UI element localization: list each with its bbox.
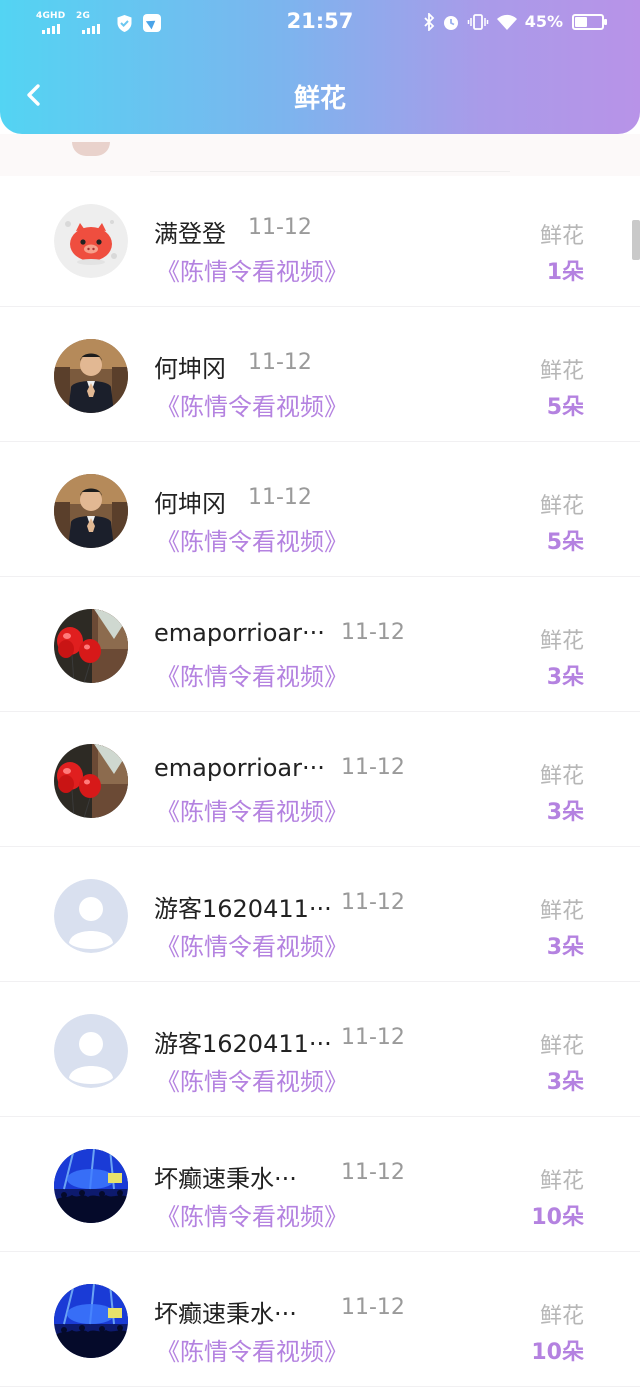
user-name: emaporrioar··· [154, 619, 325, 647]
avatar[interactable] [54, 744, 128, 818]
list-item[interactable]: 游客1620411··· 11-12 《陈情令看视频》 鲜花 3朵 [0, 847, 640, 982]
list-item[interactable]: 何坤冈 11-12 《陈情令看视频》 鲜花 5朵 [0, 307, 640, 442]
video-title[interactable]: 《陈情令看视频》 [156, 522, 348, 557]
video-title[interactable]: 《陈情令看视频》 [156, 792, 348, 827]
gift-count: 10朵 [531, 1205, 584, 1230]
gift-count: 10朵 [531, 1340, 584, 1365]
list-item[interactable]: emaporrioar··· 11-12 《陈情令看视频》 鲜花 3朵 [0, 577, 640, 712]
list-item[interactable]: 何坤冈 11-12 《陈情令看视频》 鲜花 5朵 [0, 442, 640, 577]
video-title[interactable]: 《陈情令看视频》 [156, 387, 348, 422]
status-bar: 4GHD 2G 21:57 45% [0, 0, 640, 48]
scrollbar-thumb[interactable] [632, 220, 640, 260]
avatar[interactable] [54, 1284, 128, 1358]
user-name: 游客1620411··· [154, 895, 332, 923]
page-title: 鲜花 [293, 84, 346, 114]
avatar[interactable] [54, 879, 128, 953]
gift-count: 1朵 [546, 260, 584, 285]
gift-type: 鲜花 [539, 224, 584, 249]
list-item[interactable]: 游客1620411··· 11-12 《陈情令看视频》 鲜花 3朵 [0, 982, 640, 1117]
gift-type: 鲜花 [539, 764, 584, 789]
gift-date: 11-12 [341, 1025, 405, 1050]
list-item[interactable]: 满登登 11-12 《陈情令看视频》 鲜花 1朵 [0, 172, 640, 307]
user-name: 何坤冈 [154, 490, 226, 518]
gift-type: 鲜花 [539, 629, 584, 654]
gift-date: 11-12 [341, 620, 405, 645]
gift-type: 鲜花 [539, 359, 584, 384]
list-item-partial[interactable] [0, 134, 640, 176]
gift-date: 11-12 [248, 485, 312, 510]
video-title[interactable]: 《陈情令看视频》 [156, 1197, 348, 1232]
battery-percent: 45% [524, 12, 563, 31]
avatar [72, 142, 110, 156]
gift-count: 3朵 [546, 1070, 584, 1095]
wifi-icon [496, 14, 517, 30]
battery-icon [572, 13, 607, 30]
video-title[interactable]: 《陈情令看视频》 [156, 927, 348, 962]
alarm-icon [443, 15, 458, 30]
bluetooth-icon [424, 12, 434, 31]
gift-date: 11-12 [248, 215, 312, 240]
gift-type: 鲜花 [539, 1169, 584, 1194]
video-title[interactable]: 《陈情令看视频》 [156, 657, 348, 692]
list-item[interactable]: 坏癫速秉水··· 11-12 《陈情令看视频》 鲜花 10朵 [0, 1252, 640, 1387]
video-title[interactable]: 《陈情令看视频》 [156, 1062, 348, 1097]
list-item[interactable]: emaporrioar··· 11-12 《陈情令看视频》 鲜花 3朵 [0, 712, 640, 847]
gift-count: 5朵 [546, 395, 584, 420]
gift-type: 鲜花 [539, 1034, 584, 1059]
video-title[interactable]: 《陈情令看视频》 [156, 1332, 348, 1367]
gift-type: 鲜花 [539, 494, 584, 519]
gift-count: 5朵 [546, 530, 584, 555]
user-name: emaporrioar··· [154, 754, 325, 782]
avatar[interactable] [54, 1149, 128, 1223]
list-item[interactable]: 坏癫速秉水··· 11-12 《陈情令看视频》 鲜花 10朵 [0, 1117, 640, 1252]
avatar[interactable] [54, 339, 128, 413]
gift-date: 11-12 [341, 1295, 405, 1320]
user-name: 何坤冈 [154, 355, 226, 383]
gift-count: 3朵 [546, 800, 584, 825]
gift-list: 满登登 11-12 《陈情令看视频》 鲜花 1朵 何坤冈 11-12 《陈情令看视频》 鲜花 5朵… [0, 0, 640, 1387]
avatar[interactable] [54, 609, 128, 683]
user-name: 坏癫速秉水··· [154, 1165, 297, 1193]
gift-count: 3朵 [546, 935, 584, 960]
gift-date: 11-12 [248, 350, 312, 375]
user-name: 满登登 [154, 220, 226, 248]
gift-type: 鲜花 [539, 899, 584, 924]
user-name: 坏癫速秉水··· [154, 1300, 297, 1328]
avatar[interactable] [54, 204, 128, 278]
gift-date: 11-12 [341, 1160, 405, 1185]
gift-count: 3朵 [546, 665, 584, 690]
avatar[interactable] [54, 1014, 128, 1088]
avatar[interactable] [54, 474, 128, 548]
video-title[interactable]: 《陈情令看视频》 [156, 252, 348, 287]
user-name: 游客1620411··· [154, 1030, 332, 1058]
header: 4GHD 2G 21:57 45% 鲜花 [0, 0, 640, 134]
gift-date: 11-12 [341, 755, 405, 780]
vibrate-icon [467, 13, 488, 30]
gift-date: 11-12 [341, 890, 405, 915]
gift-type: 鲜花 [539, 1304, 584, 1329]
